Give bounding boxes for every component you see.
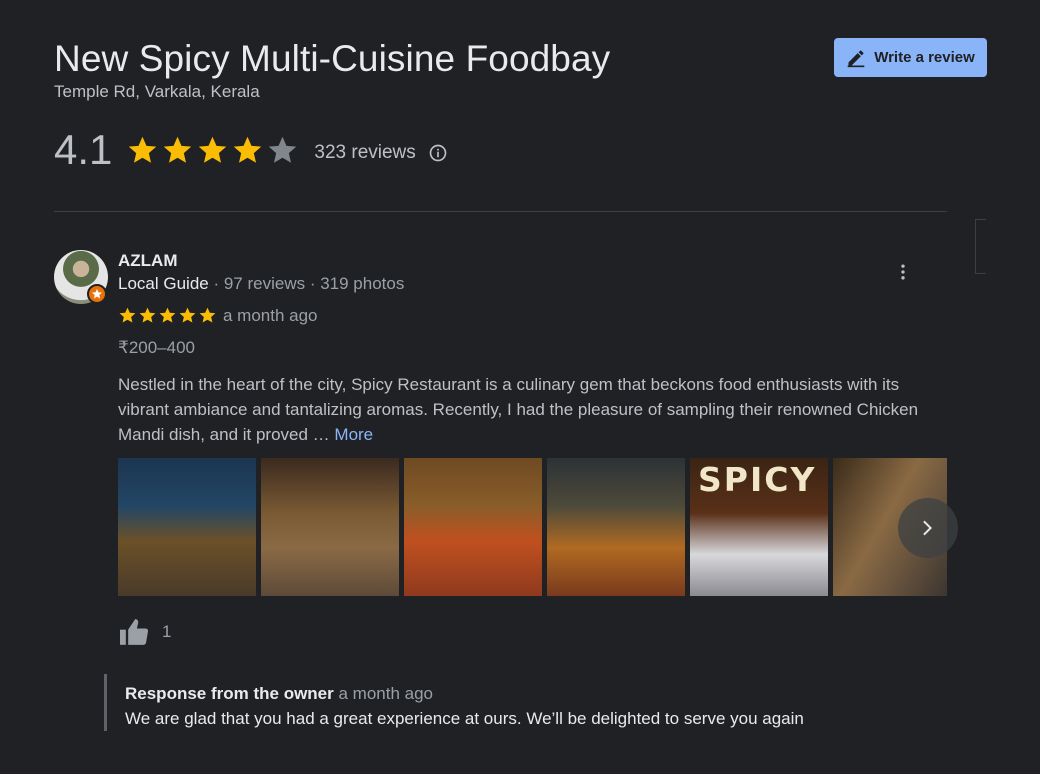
chevron-right-icon xyxy=(923,520,932,536)
review-count[interactable]: 323 reviews xyxy=(314,142,415,164)
review-photo[interactable] xyxy=(118,458,256,596)
divider xyxy=(54,211,947,212)
local-guide-badge-icon xyxy=(87,284,107,304)
star-icon xyxy=(199,307,216,323)
review-photo[interactable] xyxy=(547,458,685,596)
star-icon xyxy=(159,307,176,323)
review-photo[interactable] xyxy=(261,458,399,596)
star-icon xyxy=(139,307,156,323)
review-time: a month ago xyxy=(223,306,318,325)
review-photo[interactable]: SPICY xyxy=(690,458,828,596)
like-button[interactable]: 1 xyxy=(118,618,171,646)
owner-response-bar xyxy=(104,674,107,731)
owner-response-label: Response from the owner xyxy=(125,684,334,703)
like-count: 1 xyxy=(162,622,172,641)
photo-sign-text: SPICY xyxy=(698,460,817,499)
place-title: New Spicy Multi-Cuisine Foodbay xyxy=(54,38,611,79)
thumb-up-icon xyxy=(120,619,149,645)
review-photos: SPICY xyxy=(118,458,947,596)
star-icon xyxy=(129,136,157,163)
review-text: Nestled in the heart of the city, Spicy … xyxy=(118,372,948,447)
more-link[interactable]: More xyxy=(334,425,373,444)
local-guide-label: Local Guide xyxy=(118,274,209,293)
more-vert-icon[interactable] xyxy=(893,262,913,282)
star-icon xyxy=(164,136,192,163)
price-range: ₹200–400 xyxy=(118,338,195,357)
owner-response-text: We are glad that you had a great experie… xyxy=(125,709,804,728)
star-icon xyxy=(269,136,297,163)
place-address: Temple Rd, Varkala, Kerala xyxy=(54,82,260,101)
star-icon xyxy=(119,307,136,323)
reviewer-meta: Local Guide · 97 reviews · 319 photos xyxy=(118,274,404,294)
owner-response-time: a month ago xyxy=(338,684,434,703)
next-photos-button[interactable] xyxy=(898,498,958,558)
owner-response-header: Response from the owner a month ago xyxy=(125,684,433,704)
rating-stars xyxy=(126,134,299,167)
pencil-icon xyxy=(847,49,865,67)
rating-value: 4.1 xyxy=(54,126,113,173)
reviewer-name[interactable]: AZLAM xyxy=(118,251,177,271)
review-stars xyxy=(118,306,217,325)
star-icon xyxy=(179,307,196,323)
info-icon[interactable] xyxy=(428,143,448,163)
reviewer-stats: · 97 reviews · 319 photos xyxy=(208,274,405,293)
star-icon xyxy=(199,136,227,163)
review-photo[interactable] xyxy=(404,458,542,596)
review-body: Nestled in the heart of the city, Spicy … xyxy=(118,375,919,444)
rating-summary: 4.1 323 reviews xyxy=(54,126,448,174)
write-review-label: Write a review xyxy=(874,49,975,66)
star-icon xyxy=(234,136,262,163)
write-review-button[interactable]: Write a review xyxy=(834,38,987,77)
scrollbar-thumb[interactable] xyxy=(975,219,986,274)
